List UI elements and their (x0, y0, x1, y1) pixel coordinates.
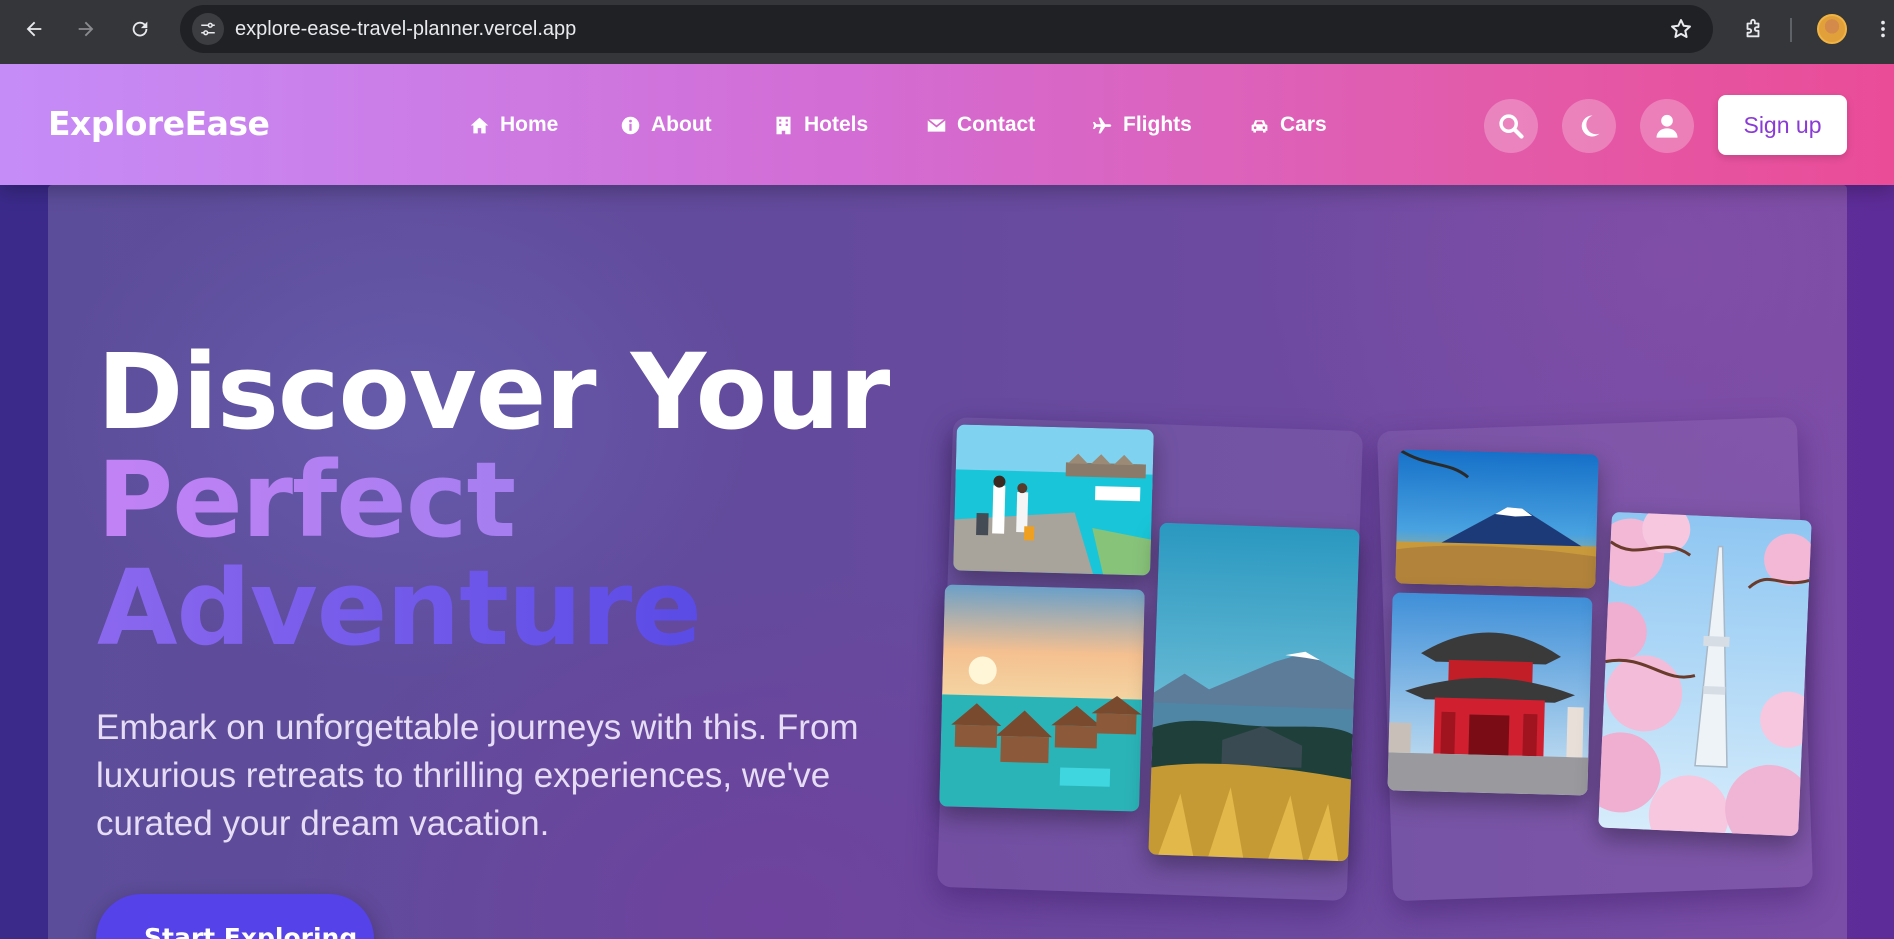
hero-description: Embark on unforgettable journeys with th… (96, 708, 859, 843)
moon-icon (1581, 115, 1600, 137)
nav-flights[interactable]: Flights (1092, 113, 1192, 137)
hero-title-line-1: Discover Your (97, 331, 890, 453)
nav-home-label: Home (500, 113, 559, 136)
page-viewport: ExploreEase Home About Hotels Contact Fl… (0, 64, 1894, 939)
browser-toolbar: explore-ease-travel-planner.vercel.app (0, 0, 1894, 64)
nav-hotels[interactable]: Hotels (773, 113, 868, 137)
reload-icon (132, 21, 148, 37)
search-button[interactable] (1484, 99, 1538, 153)
maldives-pier-photo[interactable] (953, 424, 1154, 576)
nav-home[interactable]: Home (469, 113, 558, 137)
nav-cars[interactable]: Cars (1249, 113, 1327, 137)
signup-button[interactable]: Sign up (1718, 95, 1847, 155)
profile-button[interactable] (1640, 99, 1694, 153)
reload-button[interactable] (122, 11, 158, 47)
toolbar-divider (1790, 18, 1792, 42)
profile-avatar[interactable] (1817, 14, 1847, 44)
nav-cars-label: Cars (1280, 113, 1327, 136)
nav-about-label: About (651, 113, 712, 136)
hotel-icon (776, 116, 791, 134)
url-text[interactable]: explore-ease-travel-planner.vercel.app (235, 18, 576, 41)
more-vertical-icon (1881, 20, 1885, 38)
site-navbar: ExploreEase Home About Hotels Contact Fl… (0, 64, 1894, 185)
hero-title-line-3: Adventure (97, 547, 702, 669)
mount-fuji-lake-photo[interactable] (1148, 522, 1360, 862)
brand-logo[interactable]: ExploreEase (48, 104, 270, 143)
hero-title-line-2: Perfect (97, 439, 516, 561)
menu-button[interactable] (1872, 11, 1894, 47)
arrow-right-icon (78, 21, 94, 37)
mount-fuji-sunrise-photo[interactable] (1395, 449, 1599, 589)
arrow-left-icon (26, 21, 42, 37)
forward-button[interactable] (68, 11, 104, 47)
extensions-button[interactable] (1735, 11, 1771, 47)
nav-contact[interactable]: Contact (926, 113, 1035, 137)
envelope-icon (927, 118, 946, 132)
site-settings-icon[interactable] (192, 13, 224, 45)
nav-about[interactable]: About (620, 113, 712, 137)
nav-contact-label: Contact (957, 113, 1036, 136)
nav-hotels-label: Hotels (804, 113, 869, 136)
user-icon (1656, 114, 1678, 138)
car-icon (1251, 119, 1268, 132)
back-button[interactable] (16, 11, 52, 47)
cherry-blossom-tower-photo[interactable] (1598, 511, 1812, 837)
plane-icon (1092, 117, 1112, 133)
search-icon (1499, 114, 1524, 139)
japanese-temple-photo[interactable] (1387, 592, 1593, 796)
nav-flights-label: Flights (1123, 113, 1192, 136)
puzzle-icon (1746, 18, 1760, 38)
overwater-bungalows-photo[interactable] (939, 584, 1145, 812)
home-icon (470, 117, 489, 133)
info-icon (621, 116, 640, 134)
address-bar[interactable]: explore-ease-travel-planner.vercel.app (180, 5, 1713, 53)
star-icon[interactable] (1669, 17, 1693, 45)
theme-toggle-button[interactable] (1562, 99, 1616, 153)
start-exploring-button[interactable]: Start Exploring (96, 894, 374, 939)
